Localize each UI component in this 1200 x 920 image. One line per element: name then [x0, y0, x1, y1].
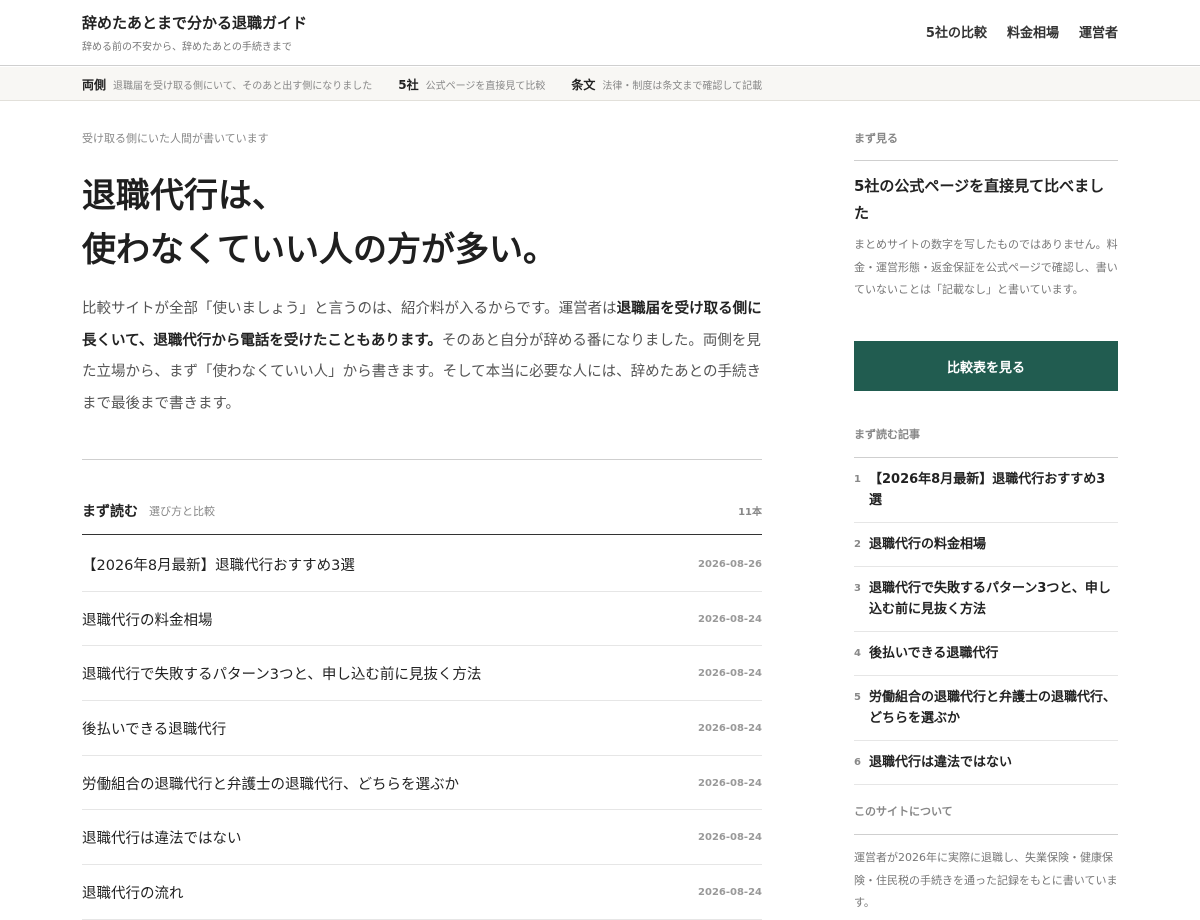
strip-key: 条文	[571, 77, 596, 92]
item-number: 5	[854, 692, 861, 703]
headline-line-2: 使わなくていい人の方が多い。	[82, 230, 557, 270]
article-list-header: まず読む 選び方と比較 11本	[82, 499, 762, 535]
intro-text-1: 比較サイトが全部「使いましょう」と言うのは、紹介料が入るからです。運営者は	[82, 301, 617, 317]
article-date: 2026-08-24	[698, 777, 762, 789]
article-date: 2026-08-24	[698, 668, 762, 680]
strip-key: 5社	[398, 77, 419, 92]
article-title-link[interactable]: 後払いできる退職代行	[82, 718, 226, 739]
article-row[interactable]: 退職代行で失敗するパターン3つと、申し込む前に見抜く方法 2026-08-24	[82, 646, 762, 702]
item-number: 1	[854, 474, 861, 485]
sidebar-description: まとめサイトの数字を写したものではありません。料金・運営形態・返金保証を公式ペー…	[854, 238, 1118, 296]
sidebar-article-link[interactable]: 【2026年8月最新】退職代行おすすめ3選	[869, 469, 1118, 511]
sidebar-article-link[interactable]: 退職代行で失敗するパターン3つと、申し込む前に見抜く方法	[869, 578, 1118, 620]
strip-item-both-sides: 両側 退職届を受け取る側にいて、そのあと出す側になりました	[82, 76, 372, 93]
divider	[854, 160, 1118, 161]
intro-paragraph: 比較サイトが全部「使いましょう」と言うのは、紹介料が入るからです。運営者は退職届…	[82, 294, 762, 420]
strip-item-articles: 条文 法律・制度は条文まで確認して記載	[571, 76, 762, 93]
divider	[854, 834, 1118, 835]
strip-text: 公式ページを直接見て比較	[425, 80, 546, 92]
nav-compare-link[interactable]: 5社の比較	[926, 22, 987, 41]
sidebar-article-item[interactable]: 3 退職代行で失敗するパターン3つと、申し込む前に見抜く方法	[854, 567, 1118, 632]
sidebar-article-link[interactable]: 退職代行の料金相場	[869, 534, 986, 555]
strip-key: 両側	[82, 77, 107, 92]
article-row[interactable]: 後払いできる退職代行 2026-08-24	[82, 701, 762, 756]
article-row[interactable]: 退職代行の料金相場 2026-08-24	[82, 592, 762, 647]
article-date: 2026-08-24	[698, 613, 762, 625]
article-title-link[interactable]: 退職代行で失敗するパターン3つと、申し込む前に見抜く方法	[82, 663, 481, 684]
article-date: 2026-08-24	[698, 887, 762, 899]
article-title-link[interactable]: 退職代行の料金相場	[82, 609, 213, 630]
sidebar-article-link[interactable]: 労働組合の退職代行と弁護士の退職代行、どちらを選ぶか	[869, 687, 1118, 729]
strip-text: 法律・制度は条文まで確認して記載	[602, 80, 763, 92]
nav-operator-link[interactable]: 運営者	[1079, 22, 1118, 41]
divider	[82, 459, 762, 460]
site-tagline: 辞める前の不安から、辞めたあとの手続きまで	[82, 42, 292, 53]
sidebar-article-item[interactable]: 2 退職代行の料金相場	[854, 523, 1118, 567]
page-headline: 退職代行は、 使わなくていい人の方が多い。	[82, 169, 762, 277]
article-date: 2026-08-24	[698, 832, 762, 844]
article-row[interactable]: 退職代行の流れ 2026-08-24	[82, 865, 762, 920]
item-number: 3	[854, 583, 861, 594]
site-header: 辞めたあとまで分かる退職ガイド 辞める前の不安から、辞めたあとの手続きまで 5社…	[0, 0, 1200, 66]
article-title-link[interactable]: 【2026年8月最新】退職代行おすすめ3選	[82, 554, 355, 575]
sidebar-heading: 5社の公式ページを直接見て比べました	[854, 177, 1105, 222]
item-number: 6	[854, 757, 861, 768]
article-row[interactable]: 退職代行は違法ではない 2026-08-24	[82, 810, 762, 866]
article-row[interactable]: 【2026年8月最新】退職代行おすすめ3選 2026-08-26	[82, 537, 762, 592]
eyebrow: 受け取る側にいた人間が書いています	[82, 132, 269, 145]
sidebar-read-first-label: まず読む記事	[854, 428, 920, 441]
item-number: 2	[854, 539, 861, 550]
sidebar-about-label: このサイトについて	[854, 805, 953, 818]
article-date: 2026-08-24	[698, 723, 762, 735]
list-subtitle: 選び方と比較	[149, 505, 215, 518]
about-text: 運営者が2026年に実際に退職し、失業保険・健康保険・住民税の手続きを通った記録…	[854, 851, 1118, 909]
sidebar-first-label: まず見る	[854, 132, 898, 145]
headline-line-1: 退職代行は、	[82, 176, 286, 216]
list-count: 11本	[738, 507, 762, 518]
article-date: 2026-08-26	[698, 559, 762, 570]
main-nav: 5社の比較 料金相場 運営者	[926, 22, 1118, 41]
strip-item-five-companies: 5社 公式ページを直接見て比較	[398, 76, 545, 93]
item-number: 4	[854, 648, 861, 659]
article-title-link[interactable]: 労働組合の退職代行と弁護士の退職代行、どちらを選ぶか	[82, 773, 459, 794]
sidebar-article-link[interactable]: 後払いできる退職代行	[869, 643, 998, 664]
sidebar-article-link[interactable]: 退職代行は違法ではない	[869, 752, 1012, 773]
sidebar-article-list: 1 【2026年8月最新】退職代行おすすめ3選 2 退職代行の料金相場 3 退職…	[854, 458, 1118, 785]
info-strip: 両側 退職届を受け取る側にいて、そのあと出す側になりました 5社 公式ページを直…	[0, 67, 1200, 101]
article-row[interactable]: 労働組合の退職代行と弁護士の退職代行、どちらを選ぶか 2026-08-24	[82, 756, 762, 811]
comparison-table-button[interactable]: 比較表を見る	[854, 341, 1118, 391]
nav-price-link[interactable]: 料金相場	[1007, 22, 1059, 41]
sidebar-article-item[interactable]: 6 退職代行は違法ではない	[854, 741, 1118, 785]
article-title-link[interactable]: 退職代行は違法ではない	[82, 827, 242, 848]
site-title[interactable]: 辞めたあとまで分かる退職ガイド	[82, 12, 307, 33]
list-title: まず読む	[82, 504, 138, 520]
strip-text: 退職届を受け取る側にいて、そのあと出す側になりました	[113, 80, 373, 92]
sidebar-article-item[interactable]: 1 【2026年8月最新】退職代行おすすめ3選	[854, 458, 1118, 523]
article-list: 【2026年8月最新】退職代行おすすめ3選 2026-08-26 退職代行の料金…	[82, 537, 762, 920]
sidebar-article-item[interactable]: 4 後払いできる退職代行	[854, 632, 1118, 676]
sidebar-article-item[interactable]: 5 労働組合の退職代行と弁護士の退職代行、どちらを選ぶか	[854, 676, 1118, 741]
